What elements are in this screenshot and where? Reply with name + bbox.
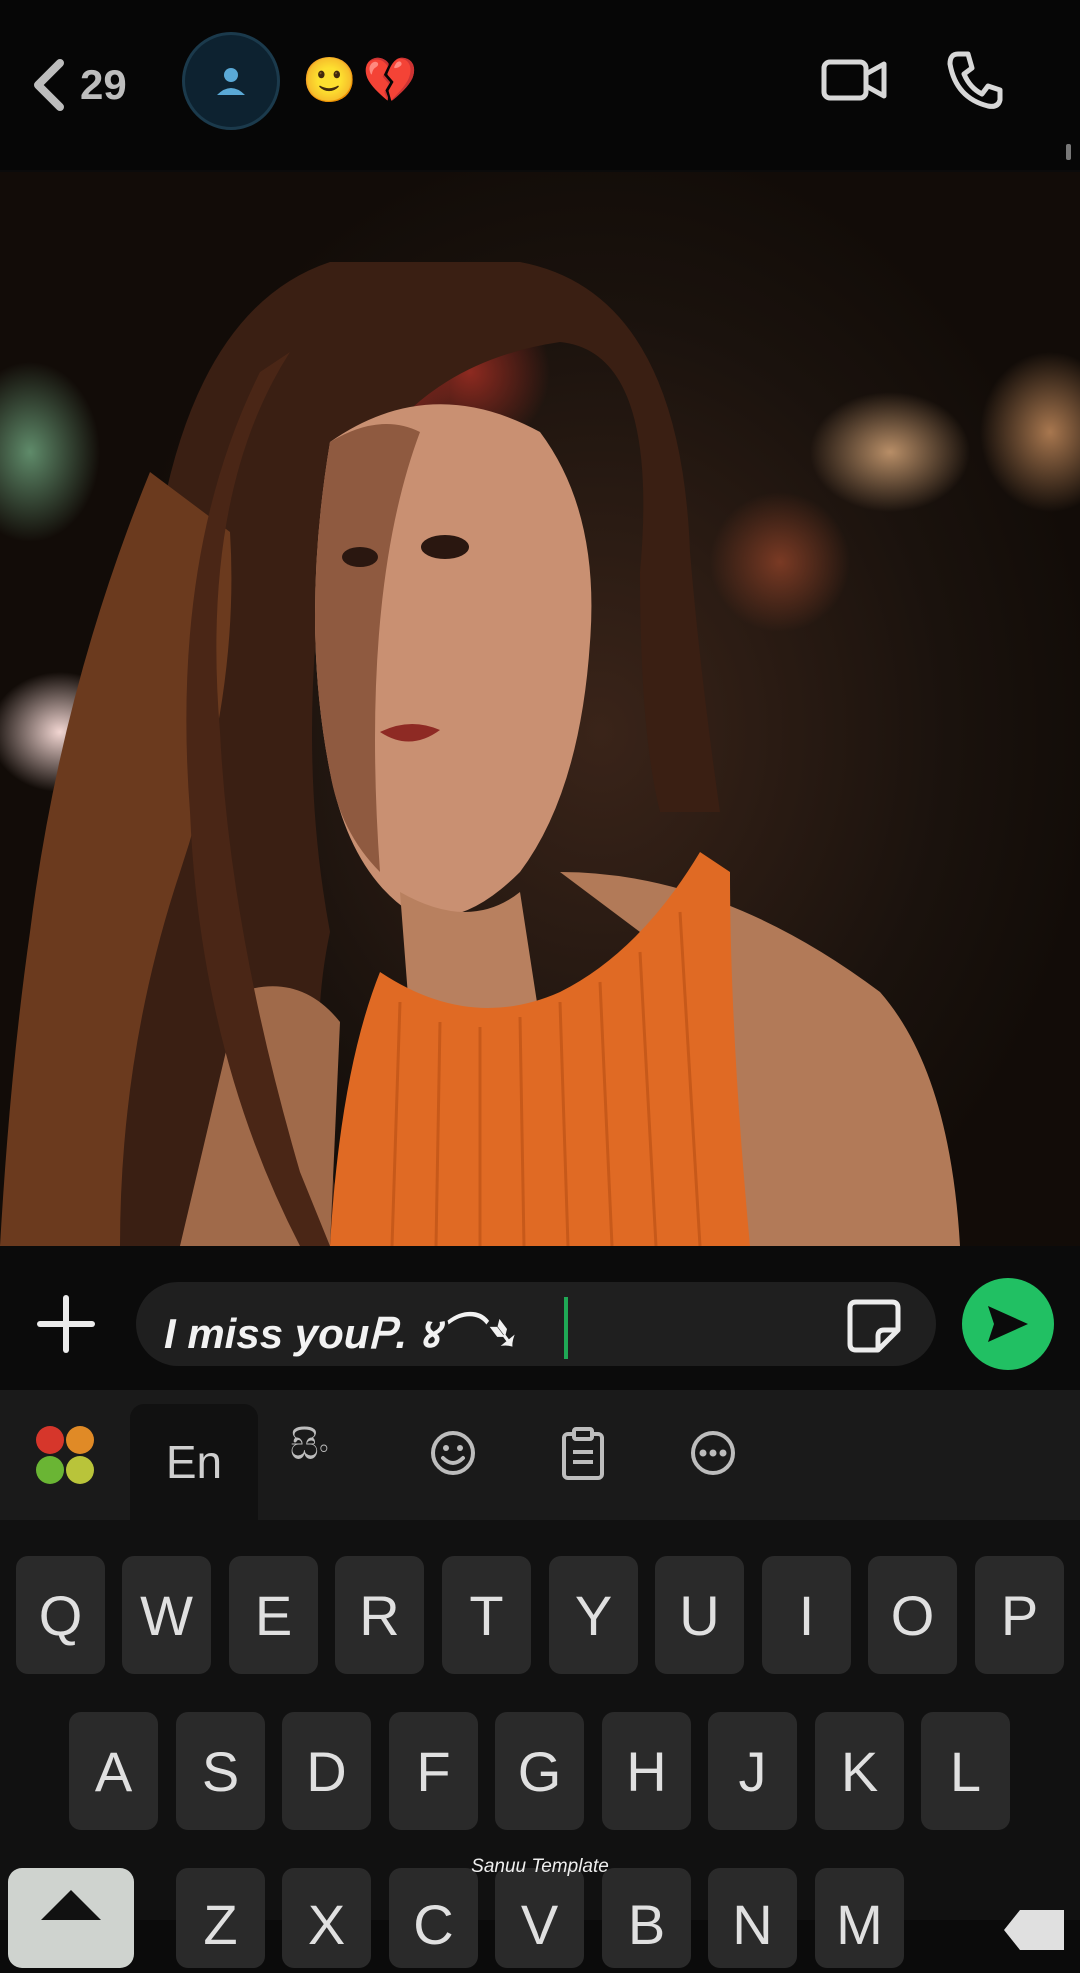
key-k[interactable]: K — [815, 1712, 904, 1830]
key-x[interactable]: X — [282, 1868, 371, 1968]
key-y[interactable]: Y — [549, 1556, 638, 1674]
video-call-button[interactable] — [820, 50, 890, 110]
send-button[interactable] — [962, 1278, 1054, 1370]
key-l[interactable]: L — [921, 1712, 1010, 1830]
plus-icon — [37, 1295, 95, 1353]
key-g[interactable]: G — [495, 1712, 584, 1830]
key-c[interactable]: C — [389, 1868, 478, 1968]
key-s[interactable]: S — [176, 1712, 265, 1830]
key-o[interactable]: O — [868, 1556, 957, 1674]
attach-button[interactable] — [36, 1294, 96, 1354]
key-b[interactable]: B — [602, 1868, 691, 1968]
shift-key[interactable] — [8, 1868, 134, 1968]
scroll-indicator — [1066, 144, 1071, 160]
portrait-photo — [0, 262, 960, 1246]
more-options-tab[interactable] — [688, 1428, 738, 1478]
image-message[interactable] — [0, 172, 1080, 1246]
key-z[interactable]: Z — [176, 1868, 265, 1968]
key-t[interactable]: T — [442, 1556, 531, 1674]
key-v[interactable]: V — [495, 1868, 584, 1968]
key-u[interactable]: U — [655, 1556, 744, 1674]
tab-sinhala[interactable]: සිං — [290, 1424, 329, 1469]
key-m[interactable]: M — [815, 1868, 904, 1968]
key-w[interactable]: W — [122, 1556, 211, 1674]
watermark-text: Sanuu Template — [471, 1856, 609, 1877]
phone-icon — [947, 51, 1003, 109]
send-icon — [988, 1306, 1028, 1342]
key-p[interactable]: P — [975, 1556, 1064, 1674]
sticker-button[interactable] — [846, 1298, 902, 1354]
emoji-tab[interactable] — [428, 1428, 478, 1478]
chevron-left-icon — [34, 59, 64, 111]
key-q[interactable]: Q — [16, 1556, 105, 1674]
key-j[interactable]: J — [708, 1712, 797, 1830]
voice-call-button[interactable] — [944, 48, 1004, 112]
arrow-up-icon — [41, 1890, 101, 1920]
video-camera-icon — [821, 59, 887, 101]
key-n[interactable]: N — [708, 1868, 797, 1968]
key-e[interactable]: E — [229, 1556, 318, 1674]
message-input-text: I miss youᏢ. ४⌒➴ — [164, 1310, 518, 1357]
clipboard-tab[interactable] — [560, 1426, 606, 1480]
key-d[interactable]: D — [282, 1712, 371, 1830]
key-r[interactable]: R — [335, 1556, 424, 1674]
tab-english[interactable]: En — [130, 1404, 258, 1520]
keyboard-logo-icon[interactable] — [34, 1424, 96, 1486]
contact-status-emojis: 🙂💔 — [302, 56, 424, 105]
key-a[interactable]: A — [69, 1712, 158, 1830]
key-i[interactable]: I — [762, 1556, 851, 1674]
avatar[interactable] — [182, 32, 280, 130]
key-h[interactable]: H — [602, 1712, 691, 1830]
person-icon — [217, 68, 245, 95]
more-horizontal-icon — [691, 1431, 735, 1475]
clipboard-icon — [562, 1427, 604, 1480]
smiley-icon — [431, 1431, 475, 1475]
key-f[interactable]: F — [389, 1712, 478, 1830]
back-button[interactable]: 29 — [28, 50, 178, 120]
backspace-key[interactable] — [1000, 1900, 1070, 1960]
unread-count: 29 — [80, 61, 127, 108]
text-cursor — [564, 1297, 568, 1359]
sticker-icon — [847, 1299, 901, 1353]
backspace-icon — [1004, 1910, 1064, 1950]
